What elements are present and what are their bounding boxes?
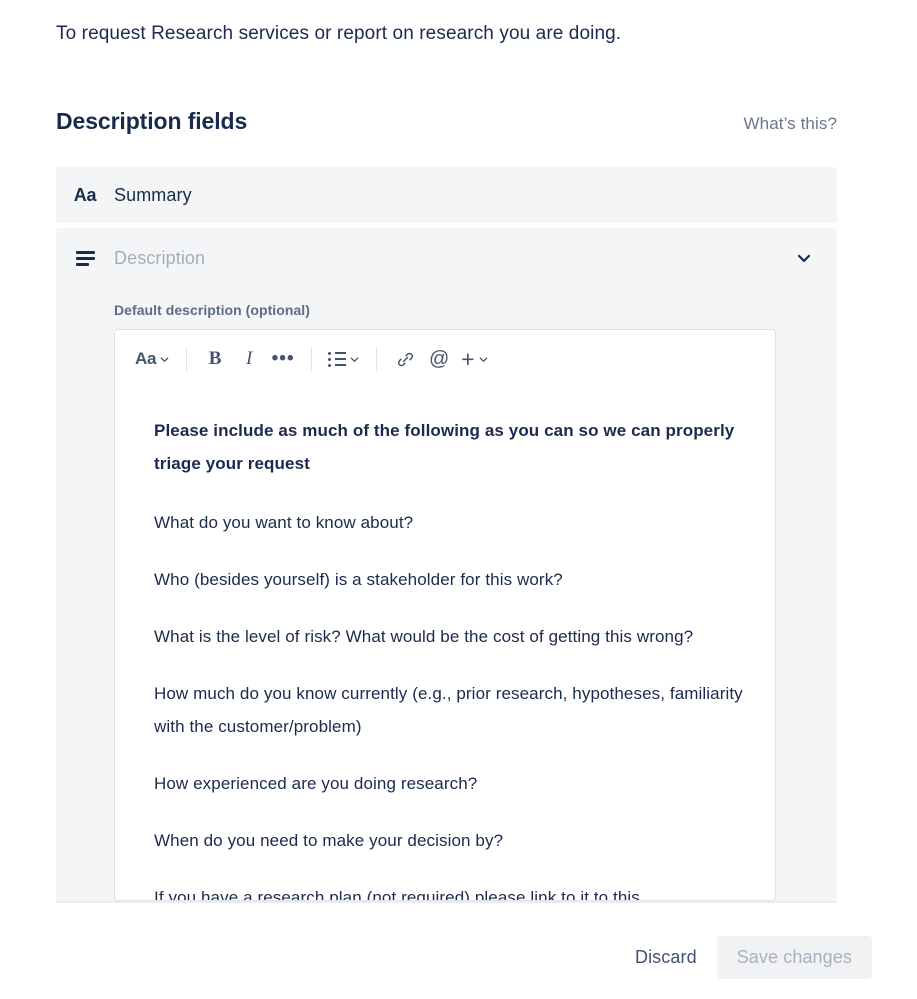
field-row-summary[interactable]: Aa Summary: [56, 167, 837, 223]
more-formatting-label: •••: [271, 348, 295, 369]
field-row-description: Description Default description (optiona…: [56, 228, 837, 902]
bold-button[interactable]: B: [198, 342, 232, 376]
scroll-cut-divider: [56, 901, 837, 903]
chevron-down-icon: [350, 356, 359, 362]
page-title: Description fields: [56, 108, 248, 134]
mention-button[interactable]: @: [422, 342, 456, 376]
editor-content[interactable]: Please include as much of the following …: [115, 388, 775, 901]
text-format-icon: Aa: [56, 185, 114, 206]
bullet-list-icon: [328, 351, 347, 367]
chevron-down-icon: [160, 356, 169, 362]
link-button[interactable]: [388, 342, 422, 376]
intro-text: To request Research services or report o…: [56, 23, 622, 44]
bullet-list-button[interactable]: [323, 342, 365, 376]
discard-button[interactable]: Discard: [619, 936, 713, 979]
save-changes-button[interactable]: Save changes: [716, 936, 872, 979]
field-label-description: Description: [114, 247, 206, 268]
text-style-label: Aa: [135, 349, 157, 368]
toolbar-divider: [311, 347, 313, 371]
text-style-button[interactable]: Aa: [130, 342, 175, 376]
text-format-icon-glyph: Aa: [73, 184, 97, 205]
toolbar-divider: [186, 347, 188, 371]
default-description-label: Default description (optional): [114, 302, 310, 318]
chevron-down-icon[interactable]: [793, 247, 815, 269]
paragraph-lines-icon: [56, 250, 114, 266]
toolbar-group-insert: @ +: [388, 342, 493, 376]
field-row-description-header[interactable]: Description: [56, 228, 837, 288]
editor-paragraph: If you have a research plan (not require…: [154, 888, 640, 901]
paragraph-lines-icon-glyph: [75, 250, 95, 266]
editor-paragraph: What do you want to know about?: [154, 513, 414, 532]
toolbar-group-lists: [323, 342, 365, 376]
italic-label: I: [245, 348, 253, 369]
rich-text-editor[interactable]: Aa B I ••• @ + Please include as much of…: [114, 329, 776, 901]
editor-paragraph: How experienced are you doing research?: [154, 774, 478, 793]
editor-paragraph: What is the level of risk? What would be…: [154, 627, 694, 646]
more-formatting-button[interactable]: •••: [266, 342, 300, 376]
bold-label: B: [208, 348, 222, 369]
insert-label: +: [461, 346, 475, 372]
italic-button[interactable]: I: [232, 342, 266, 376]
description-body: Default description (optional) Aa B I ••…: [56, 302, 837, 901]
editor-toolbar: Aa B I ••• @ +: [115, 330, 775, 388]
toolbar-divider: [376, 347, 378, 371]
footer-action-bar: Discard Save changes: [0, 916, 917, 999]
editor-paragraph: When do you need to make your decision b…: [154, 831, 504, 850]
section-header: Description fields What’s this?: [56, 108, 837, 135]
field-label-summary: Summary: [114, 184, 192, 205]
insert-button[interactable]: +: [456, 342, 493, 376]
toolbar-group-formatting: B I •••: [198, 342, 300, 376]
settings-description-fields-page: To request Research services or report o…: [0, 0, 917, 999]
editor-paragraph: How much do you know currently (e.g., pr…: [154, 684, 743, 736]
toolbar-group-text-style: Aa: [130, 342, 175, 376]
chevron-down-icon: [479, 356, 487, 362]
editor-paragraph: Who (besides yourself) is a stakeholder …: [154, 570, 563, 589]
whats-this-link[interactable]: What’s this?: [744, 114, 837, 134]
mention-label: @: [428, 348, 450, 370]
editor-paragraph: Please include as much of the following …: [154, 421, 735, 473]
link-icon: [397, 352, 413, 366]
